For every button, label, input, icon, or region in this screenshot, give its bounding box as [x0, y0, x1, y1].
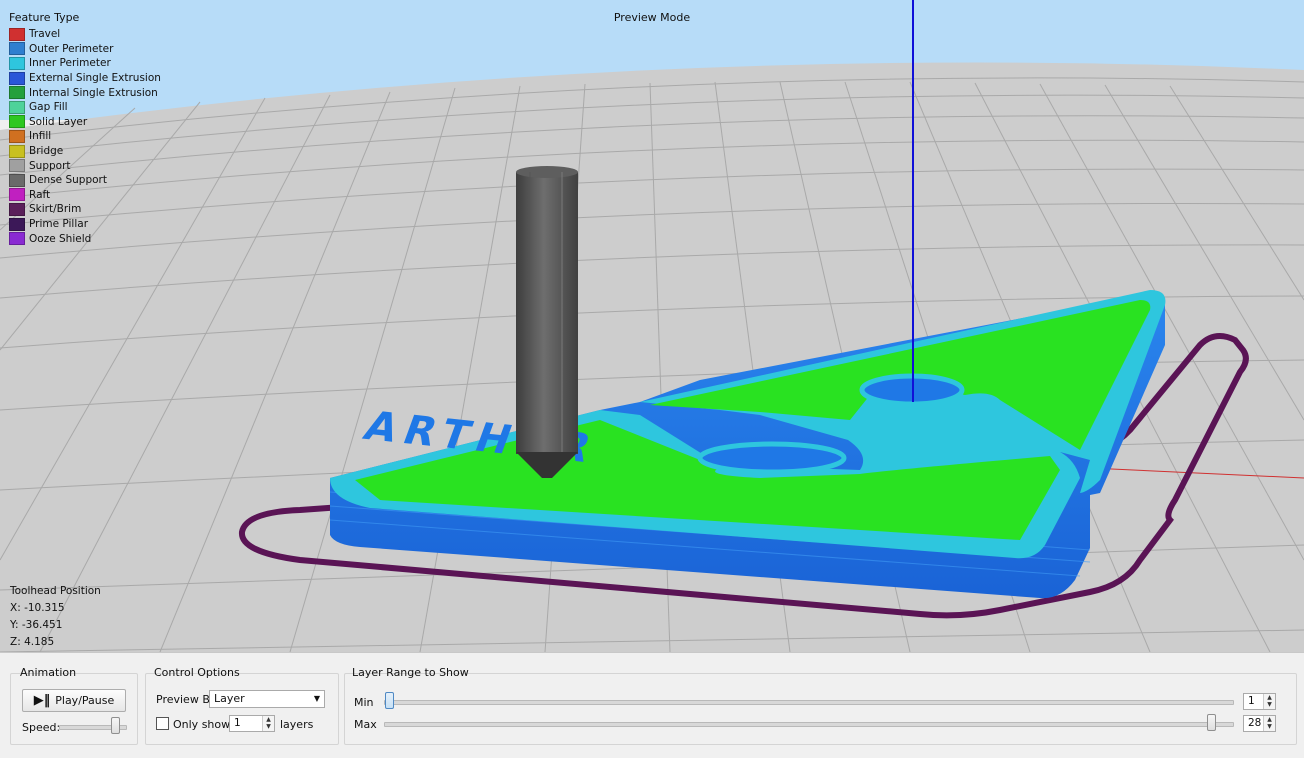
legend-label: Dense Support [29, 174, 107, 187]
legend-label: External Single Extrusion [29, 72, 161, 85]
legend-label: Ooze Shield [29, 232, 92, 245]
min-slider-track[interactable] [384, 700, 1234, 705]
only-show-spinbox[interactable]: 1 ▲ ▼ [229, 715, 275, 732]
only-show-checkbox[interactable] [156, 717, 169, 730]
legend-item: Ooze Shield [9, 231, 161, 246]
legend-label: Outer Perimeter [29, 42, 114, 55]
min-label: Min [354, 696, 374, 709]
legend-swatch [9, 100, 25, 114]
legend-item: Travel [9, 27, 161, 42]
legend-title: Feature Type [9, 11, 80, 24]
legend-swatch [9, 173, 25, 187]
only-show-value: 1 [234, 717, 241, 729]
legend-swatch [9, 217, 25, 231]
toolhead-x: X: -10.315 [10, 602, 65, 614]
legend-label: Skirt/Brim [29, 203, 82, 216]
toolhead-title: Toolhead Position [10, 585, 101, 597]
max-value: 28 [1248, 717, 1262, 729]
play-pause-label: Play/Pause [55, 694, 115, 707]
legend-swatch [9, 129, 25, 143]
toolhead-position: Toolhead Position X: -10.315 Y: -36.451 … [10, 583, 101, 651]
control-options-title: Control Options [154, 666, 240, 679]
legend-item: Dense Support [9, 173, 161, 188]
legend-label: Infill [29, 130, 52, 143]
legend-swatch [9, 27, 25, 41]
layer-range-title: Layer Range to Show [352, 666, 469, 679]
legend-label: Bridge [29, 145, 64, 158]
hole-left [697, 441, 847, 475]
legend-label: Inner Perimeter [29, 57, 111, 70]
min-spinbox[interactable]: 1 ▲ ▼ [1243, 693, 1276, 710]
legend-label: Support [29, 159, 71, 172]
legend-label: Prime Pillar [29, 218, 89, 231]
preview-by-value: Layer [214, 692, 245, 705]
preview-mode-title: Preview Mode [613, 11, 691, 24]
layer-range-group [344, 673, 1297, 745]
legend-swatch [9, 56, 25, 70]
3d-scene[interactable]: ARTHUR [0, 0, 1304, 652]
legend-item: External Single Extrusion [9, 71, 161, 86]
legend-item: Prime Pillar [9, 217, 161, 232]
min-spinbox-arrows-icon[interactable]: ▲ ▼ [1263, 694, 1275, 709]
legend-item: Solid Layer [9, 115, 161, 130]
legend-label: Raft [29, 188, 51, 201]
layers-label: layers [280, 718, 314, 731]
control-options-group [145, 673, 339, 745]
spinbox-arrows-icon[interactable]: ▲ ▼ [262, 716, 274, 731]
legend-label: Travel [29, 28, 61, 41]
legend-item: Inner Perimeter [9, 56, 161, 71]
min-slider-handle[interactable] [385, 692, 394, 709]
chevron-down-icon: ▼ [313, 694, 320, 703]
legend-swatch [9, 232, 25, 246]
play-pause-button[interactable]: ▶‖ Play/Pause [22, 689, 126, 712]
legend-swatch [9, 71, 25, 85]
legend-item: Bridge [9, 144, 161, 159]
legend-swatch [9, 144, 25, 158]
preview-by-label: Preview By [156, 693, 217, 706]
play-pause-icon: ▶‖ [33, 693, 51, 708]
max-spinbox-arrows-icon[interactable]: ▲ ▼ [1263, 716, 1275, 731]
legend-swatch [9, 159, 25, 173]
max-spinbox[interactable]: 28 ▲ ▼ [1243, 715, 1276, 732]
legend-item: Infill [9, 129, 161, 144]
legend-label: Internal Single Extrusion [29, 86, 158, 99]
speed-slider-handle[interactable] [111, 717, 120, 734]
legend-label: Solid Layer [29, 115, 88, 128]
toolhead-y: Y: -36.451 [10, 619, 63, 631]
legend-swatch [9, 42, 25, 56]
legend-items: Travel Outer Perimeter Inner Perimeter Exte… [9, 27, 161, 246]
legend-swatch [9, 188, 25, 202]
legend-item: Support [9, 158, 161, 173]
speed-label: Speed: [22, 721, 61, 734]
preview-by-select[interactable]: Layer ▼ [209, 690, 325, 708]
legend-swatch [9, 115, 25, 129]
controls-panel: Animation ▶‖ Play/Pause Speed: Control O… [0, 653, 1304, 758]
feature-type-legend: Feature Type Travel Outer Perimeter Inner … [9, 11, 161, 246]
max-slider-handle[interactable] [1207, 714, 1216, 731]
legend-swatch [9, 202, 25, 216]
legend-item: Gap Fill [9, 100, 161, 115]
preview-viewport[interactable]: ARTHUR Preview Mode Feature Type Travel O… [0, 0, 1304, 653]
toolhead-z: Z: 4.185 [10, 636, 55, 648]
min-value: 1 [1248, 695, 1255, 707]
legend-item: Raft [9, 188, 161, 203]
max-slider-track[interactable] [384, 722, 1234, 727]
legend-item: Outer Perimeter [9, 42, 161, 57]
toolhead-nozzle [516, 166, 578, 478]
legend-swatch [9, 86, 25, 100]
legend-item: Skirt/Brim [9, 202, 161, 217]
max-label: Max [354, 718, 377, 731]
only-show-label: Only show [173, 718, 231, 731]
legend-item: Internal Single Extrusion [9, 85, 161, 100]
animation-title: Animation [20, 666, 77, 679]
legend-label: Gap Fill [29, 101, 68, 114]
